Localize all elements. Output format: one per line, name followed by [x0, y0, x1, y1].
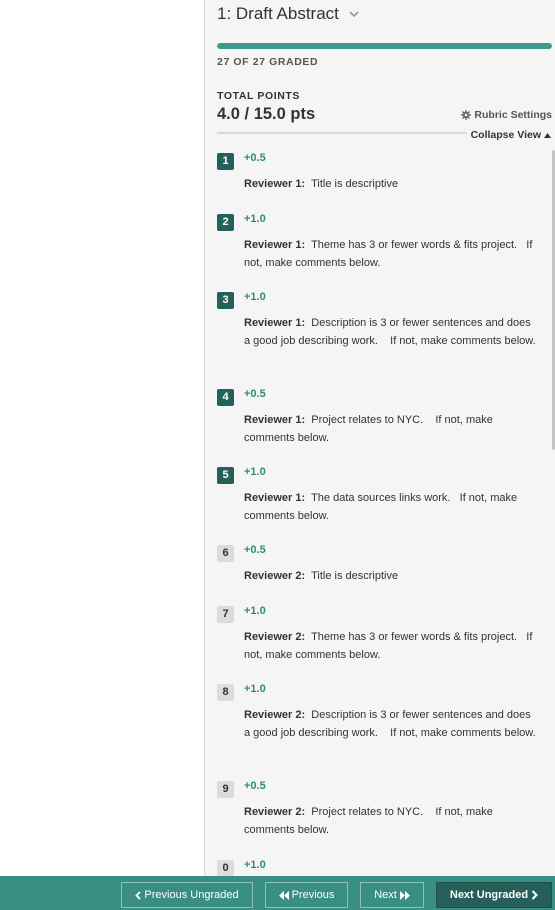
rubric-item-description: Reviewer 2: Title is descriptive: [244, 567, 539, 585]
rubric-item-number[interactable]: 4: [217, 389, 234, 406]
rubric-item-description: Reviewer 2: Project relates to NYC. If n…: [244, 803, 539, 839]
graded-count: 27 OF 27 GRADED: [217, 56, 319, 68]
rubric-item-points: +1.0: [244, 466, 266, 478]
rubric-item-reviewer: Reviewer 1:: [244, 178, 306, 190]
submission-viewer-pane: [0, 0, 205, 876]
grading-progress-fill: [217, 43, 552, 49]
previous-button[interactable]: Previous: [265, 882, 348, 908]
rubric-item-points: +0.5: [244, 152, 266, 164]
previous-label: Previous: [291, 889, 335, 901]
chevron-right-icon: [531, 890, 539, 900]
rubric-item-number[interactable]: 1: [217, 153, 234, 170]
collapse-view-label: Collapse View: [470, 129, 541, 141]
rubric-item-description: Reviewer 1: Theme has 3 or fewer words &…: [244, 236, 539, 272]
rubric-item-reviewer: Reviewer 1:: [244, 239, 306, 251]
rubric-item-points: +1.0: [244, 859, 266, 871]
rubric-item-description: Reviewer 2: Description is 3 or fewer se…: [244, 706, 539, 742]
rubric-settings-button[interactable]: Rubric Settings: [461, 109, 552, 121]
previous-ungraded-label: Previous Ungraded: [144, 889, 239, 901]
rubric-item-points: +0.5: [244, 388, 266, 400]
rubric-item-number[interactable]: 9: [217, 781, 234, 798]
rubric-item-description: Reviewer 1: Description is 3 or fewer se…: [244, 314, 539, 350]
caret-up-icon: [544, 132, 551, 138]
question-selector[interactable]: 1: Draft Abstract: [217, 4, 361, 24]
double-chevron-left-icon: [278, 890, 289, 900]
rubric-item-reviewer: Reviewer 2:: [244, 709, 306, 721]
rubric-item-number[interactable]: 5: [217, 467, 234, 484]
rubric-item-points: +1.0: [244, 605, 266, 617]
rubric-item-reviewer: Reviewer 2:: [244, 570, 306, 582]
question-title: 1: Draft Abstract: [217, 4, 339, 23]
rubric-item-description: Reviewer 1: Project relates to NYC. If n…: [244, 411, 539, 447]
rubric-item-reviewer: Reviewer 1:: [244, 492, 306, 504]
next-button[interactable]: Next: [360, 882, 424, 908]
rubric-item-number[interactable]: 3: [217, 292, 234, 309]
rubric-item-points: +1.0: [244, 213, 266, 225]
divider: [217, 132, 467, 134]
grading-panel: 1: Draft Abstract 27 OF 27 GRADED TOTAL …: [205, 0, 555, 876]
rubric-item-description: Reviewer 2: Theme has 3 or fewer words &…: [244, 628, 539, 664]
navigation-footer: Previous Ungraded Previous Next Next Ung…: [0, 876, 555, 910]
collapse-view-button[interactable]: Collapse View: [471, 129, 551, 141]
rubric-item-reviewer: Reviewer 2:: [244, 631, 306, 643]
total-points-label: TOTAL POINTS: [217, 90, 301, 102]
rubric-item-points: +1.0: [244, 291, 266, 303]
rubric-item-description: Reviewer 1: The data sources links work.…: [244, 489, 539, 525]
rubric-item-number[interactable]: 2: [217, 214, 234, 231]
rubric-item-reviewer: Reviewer 2:: [244, 806, 306, 818]
rubric-item-points: +1.0: [244, 683, 266, 695]
chevron-down-icon: [349, 11, 359, 18]
rubric-item-description: Reviewer 1: Title is descriptive: [244, 175, 539, 193]
double-chevron-right-icon: [399, 890, 410, 900]
gear-icon: [461, 110, 472, 120]
chevron-left-icon: [135, 890, 142, 900]
rubric-item-number[interactable]: 6: [217, 545, 234, 562]
rubric-item-points: +0.5: [244, 544, 266, 556]
next-label: Next: [374, 889, 397, 901]
rubric-item-number[interactable]: 0: [217, 860, 234, 876]
total-points-value: 4.0 / 15.0 pts: [217, 105, 316, 123]
previous-ungraded-button[interactable]: Previous Ungraded: [121, 882, 253, 908]
rubric-item-number[interactable]: 7: [217, 606, 234, 623]
rubric-item-reviewer: Reviewer 1:: [244, 317, 306, 329]
rubric-item-text: Title is descriptive: [311, 178, 399, 190]
next-ungraded-label: Next Ungraded: [449, 889, 529, 901]
rubric-item-number[interactable]: 8: [217, 684, 234, 701]
rubric-item-text: Title is descriptive: [311, 570, 399, 582]
grading-progress-bar: [217, 43, 552, 49]
next-ungraded-button[interactable]: Next Ungraded: [436, 882, 552, 908]
rubric-settings-label: Rubric Settings: [474, 109, 552, 121]
rubric-item-reviewer: Reviewer 1:: [244, 414, 306, 426]
rubric-item-points: +0.5: [244, 780, 266, 792]
